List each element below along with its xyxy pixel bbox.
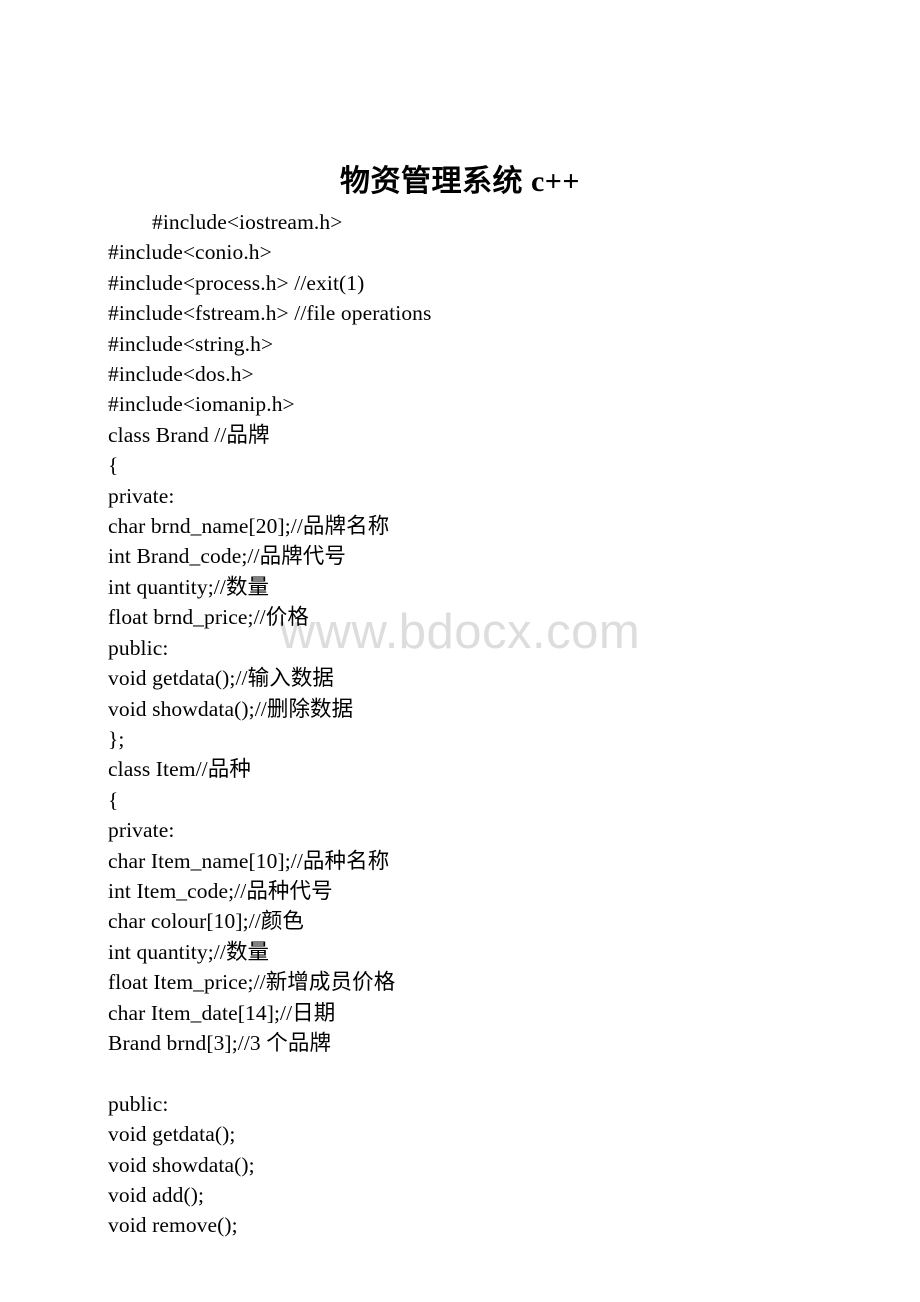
code-line: char Item_date[14];//日期 <box>108 1000 336 1025</box>
code-line: #include<dos.h> <box>108 362 254 387</box>
code-line: class Item//品种 <box>108 757 251 782</box>
code-line: void showdata();//删除数据 <box>108 696 354 721</box>
code-line: }; <box>108 726 125 751</box>
code-line: int quantity;//数量 <box>108 574 270 599</box>
code-line: char colour[10];//颜色 <box>108 909 305 934</box>
code-line: #include<iomanip.h> <box>108 392 295 417</box>
code-line: #include<process.h> //exit(1) <box>108 270 365 295</box>
code-line: char Item_name[10];//品种名称 <box>108 848 390 873</box>
code-line: void getdata();//输入数据 <box>108 666 335 691</box>
code-line: void remove(); <box>108 1213 238 1238</box>
code-line: { <box>108 453 119 478</box>
document-page: www.bdocx.com 物资管理系统 c++ #include<iostre… <box>0 0 920 1302</box>
code-line: #include<fstream.h> //file operations <box>108 301 432 326</box>
code-line: public: <box>108 635 169 660</box>
code-line: void getdata(); <box>108 1122 236 1147</box>
code-line: int Brand_code;//品牌代号 <box>108 544 346 569</box>
code-line: public: <box>108 1091 169 1116</box>
page-title: 物资管理系统 c++ <box>339 165 580 199</box>
code-line: #include<iostream.h> <box>152 210 343 234</box>
code-line: int Item_code;//品种代号 <box>108 878 333 903</box>
code-line: { <box>108 787 119 812</box>
code-line: private: <box>108 818 175 843</box>
code-line: void add(); <box>108 1182 205 1207</box>
code-line: #include<string.h> <box>108 331 274 356</box>
code-line: void showdata(); <box>108 1152 255 1177</box>
code-line: char brnd_name[20];//品牌名称 <box>108 514 390 539</box>
source-code-block: #include<iostream.h> #include<conio.h> #in… <box>108 207 848 1241</box>
code-line: int quantity;//数量 <box>108 939 270 964</box>
code-line: float brnd_price;//价格 <box>108 605 309 630</box>
code-line: float Item_price;//新增成员价格 <box>108 970 396 995</box>
code-line: private: <box>108 483 175 508</box>
code-line: #include<conio.h> <box>108 240 272 265</box>
code-line: Brand brnd[3];//3 个品牌 <box>108 1030 332 1055</box>
code-line: class Brand //品牌 <box>108 422 270 447</box>
